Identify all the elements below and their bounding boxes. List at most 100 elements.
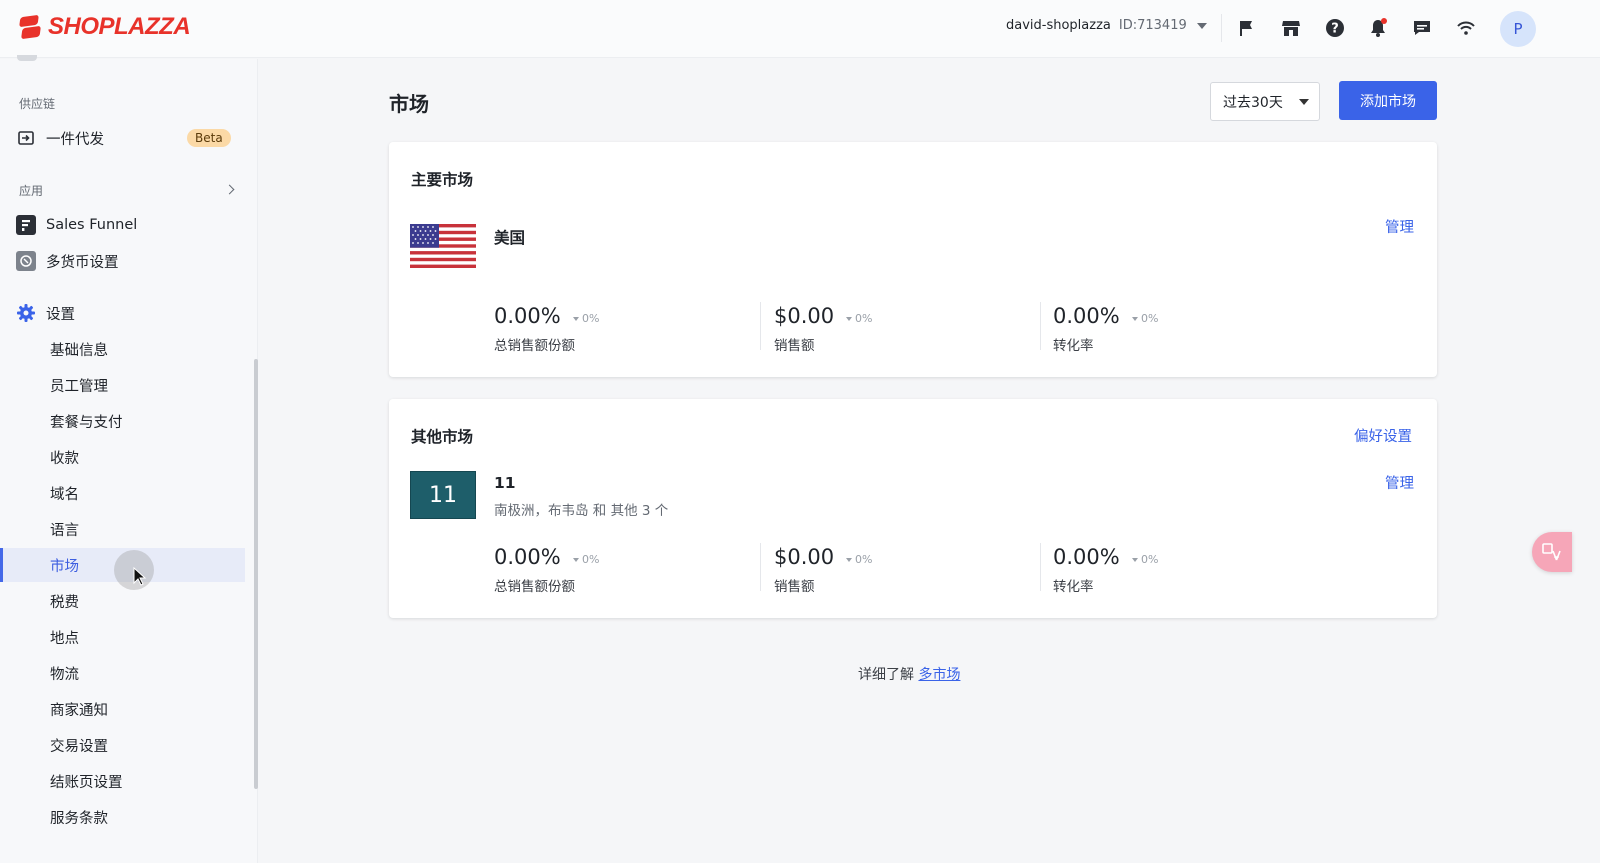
metric-delta-value: 0% (582, 553, 600, 566)
metric-divider (1040, 302, 1041, 350)
dropship-icon (16, 128, 36, 148)
sidebar-subitem-payments[interactable]: 收款 (0, 440, 245, 474)
funnel-app-icon (16, 215, 36, 235)
metric-delta-value: 0% (582, 312, 600, 325)
preferences-link[interactable]: 偏好设置 (1354, 425, 1412, 446)
help-icon[interactable]: ? (1323, 16, 1347, 40)
sidebar-subitem-label: 地点 (50, 630, 79, 647)
other-markets-card: 其他市场 偏好设置 11 11 南极洲，布韦岛 和 其他 3 个 管理 0.00… (389, 399, 1437, 618)
card-title: 主要市场 (411, 171, 474, 189)
sidebar-subitem-label: 套餐与支付 (50, 414, 123, 431)
sidebar-subitem-label: 域名 (50, 486, 79, 503)
us-flag-icon (410, 224, 476, 268)
metric-conversion: 0.00% 0% 转化率 (1053, 304, 1158, 354)
metric-delta-value: 0% (855, 553, 873, 566)
sidebar-subitem-label: 税费 (50, 594, 79, 611)
sidebar-subitem-label: 服务条款 (50, 810, 108, 827)
sidebar: 供应链 一件代发 Beta 应用 Sales Funnel 多货币设置 设置 基… (0, 55, 258, 863)
sidebar-item-label: 多货币设置 (46, 254, 119, 271)
sidebar-subitem-label: 员工管理 (50, 378, 108, 395)
metric-delta: 0% (573, 553, 599, 566)
metric-sales-share: 0.00% 0% 总销售额份额 (494, 304, 599, 354)
metric-label: 销售额 (774, 579, 815, 595)
sidebar-item-label: 设置 (46, 306, 75, 323)
sidebar-subitem-domains[interactable]: 域名 (0, 476, 245, 510)
avatar[interactable]: P (1500, 11, 1536, 47)
metric-divider (760, 543, 761, 591)
sidebar-subitem-staff[interactable]: 员工管理 (0, 368, 245, 402)
sidebar-subitem-plan-billing[interactable]: 套餐与支付 (0, 404, 245, 438)
shoplazza-logo[interactable]: SHOPLAZZA (18, 12, 191, 42)
manage-link[interactable]: 管理 (1385, 472, 1414, 493)
metric-value: 0.00% (494, 304, 561, 328)
sidebar-subitem-terms[interactable]: 服务条款 (0, 800, 245, 834)
chevron-down-icon (1196, 22, 1207, 29)
sidebar-subitem-languages[interactable]: 语言 (0, 512, 245, 546)
caret-down-icon (573, 557, 579, 562)
sidebar-subitem-label: 语言 (50, 522, 79, 539)
card-title: 其他市场 (411, 428, 474, 446)
sidebar-scrollbar[interactable] (254, 359, 258, 789)
sidebar-subitem-label: 商家通知 (50, 702, 108, 719)
account-name: david-shoplazza (1006, 18, 1111, 33)
flag-icon[interactable] (1235, 16, 1259, 40)
sidebar-subitem-label: 市场 (50, 558, 79, 575)
sidebar-item-sales-funnel[interactable]: Sales Funnel (0, 207, 245, 243)
metric-delta-value: 0% (1141, 553, 1159, 566)
chat-icon[interactable] (1410, 16, 1434, 40)
add-market-button[interactable]: 添加市场 (1339, 81, 1437, 120)
sidebar-subitem-taxes[interactable]: 税费 (0, 584, 245, 618)
page-title: 市场 (389, 92, 429, 116)
sidebar-item-settings[interactable]: 设置 (0, 295, 245, 331)
sidebar-subitem-label: 物流 (50, 666, 79, 683)
translate-float-button[interactable] (1532, 532, 1572, 572)
sidebar-item-dropship[interactable]: 一件代发 Beta (0, 120, 245, 156)
sidebar-subitem-label: 交易设置 (50, 738, 108, 755)
currency-app-icon (16, 251, 36, 271)
beta-badge: Beta (187, 129, 231, 147)
primary-market-card: 主要市场 美国 管理 0.00% 0% 总销售额份额 $0.00 0% 销售额 … (389, 142, 1437, 377)
sidebar-item-partial (17, 55, 37, 61)
chevron-down-icon (1299, 99, 1309, 105)
metric-label: 销售额 (774, 338, 815, 354)
sidebar-item-multi-currency[interactable]: 多货币设置 (0, 243, 245, 279)
manage-link[interactable]: 管理 (1385, 216, 1414, 237)
learn-more-link[interactable]: 多市场 (918, 667, 960, 683)
metric-delta: 0% (846, 553, 872, 566)
sidebar-subitem-checkout-page[interactable]: 结账页设置 (0, 764, 245, 798)
bell-icon[interactable] (1366, 16, 1390, 40)
sidebar-subitem-label: 结账页设置 (50, 774, 123, 791)
store-icon[interactable] (1279, 16, 1303, 40)
account-id: ID:713419 (1118, 18, 1187, 33)
learn-more: 详细了解 多市场 (858, 664, 960, 684)
sidebar-item-label: 一件代发 (46, 131, 104, 148)
metric-sales-share: 0.00% 0% 总销售额份额 (494, 545, 599, 595)
wifi-icon[interactable] (1454, 16, 1478, 40)
sidebar-item-label: Sales Funnel (46, 217, 138, 233)
sidebar-subitem-locations[interactable]: 地点 (0, 620, 245, 654)
sidebar-section-apps: 应用 (19, 184, 44, 198)
account-switcher[interactable]: david-shoplazza ID:713419 (1006, 18, 1207, 33)
sidebar-subitem-label: 基础信息 (50, 342, 108, 359)
sidebar-subitem-label: 收款 (50, 450, 79, 467)
metric-label: 转化率 (1053, 338, 1094, 354)
metric-label: 总销售额份额 (494, 579, 575, 595)
sidebar-subitem-checkout-settings[interactable]: 交易设置 (0, 728, 245, 762)
metric-label: 转化率 (1053, 579, 1094, 595)
chevron-right-icon[interactable] (224, 184, 235, 195)
sidebar-subitem-notifications[interactable]: 商家通知 (0, 692, 245, 726)
market-name: 美国 (494, 229, 526, 247)
sidebar-subitem-basic-info[interactable]: 基础信息 (0, 332, 245, 366)
market-name: 11 (494, 474, 516, 492)
date-range-select[interactable]: 过去30天 (1210, 82, 1320, 121)
metric-value: 0.00% (1053, 545, 1120, 569)
metric-value: $0.00 (774, 304, 835, 328)
header-divider (1221, 14, 1222, 42)
metric-conversion: 0.00% 0% 转化率 (1053, 545, 1158, 595)
translate-icon (1542, 543, 1561, 561)
metric-label: 总销售额份额 (494, 338, 575, 354)
sidebar-subitem-shipping[interactable]: 物流 (0, 656, 245, 690)
market-regions: 南极洲，布韦岛 和 其他 3 个 (494, 503, 669, 519)
metric-sales: $0.00 0% 销售额 (774, 545, 872, 595)
date-range-value: 过去30天 (1223, 94, 1283, 111)
